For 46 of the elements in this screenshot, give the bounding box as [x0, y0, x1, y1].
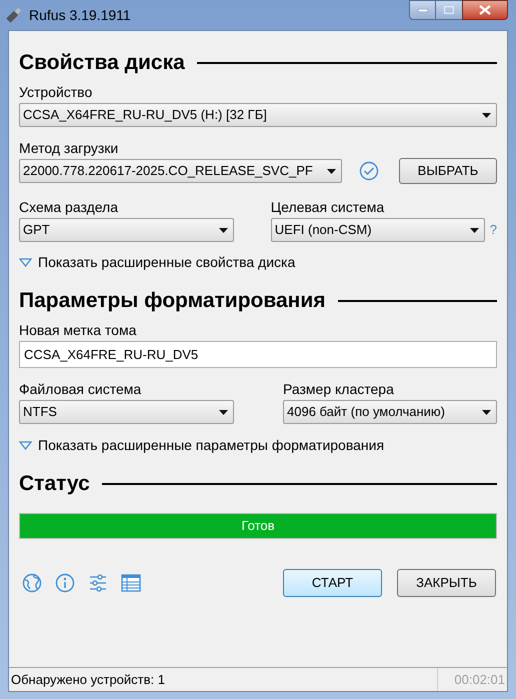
usb-drive-icon	[5, 6, 23, 24]
dropdown[interactable]: 22000.778.220617-2025.CO_RELEASE_SVC_PF	[19, 159, 342, 183]
dropdown-arrow-icon	[219, 228, 228, 232]
volume-label-field[interactable]: CCSA_X64FRE_RU-RU_DV5	[19, 341, 497, 368]
window-title: Rufus 3.19.1911	[29, 6, 131, 24]
triangle-icon	[19, 258, 32, 266]
section-heading: Свойства диска	[19, 50, 185, 76]
dropdown[interactable]: 4096 байт (по умолчанию)	[283, 400, 497, 424]
field-label: Размер кластера	[283, 380, 395, 398]
info-icon[interactable]	[55, 573, 75, 593]
close-button[interactable]	[462, 0, 508, 20]
minimize-button[interactable]	[409, 0, 436, 20]
maximize-icon	[444, 6, 454, 14]
globe-icon[interactable]	[22, 573, 42, 593]
dropdown-arrow-icon	[470, 228, 479, 232]
section-heading: Параметры форматирования	[19, 288, 326, 314]
dropdown-arrow-icon	[219, 410, 228, 414]
field-label: Метод загрузки	[19, 139, 120, 157]
select-button[interactable]: ВЫБРАТЬ	[399, 158, 497, 184]
progress-text: Готов	[240, 517, 276, 536]
elapsed-time: 00:02:01	[437, 668, 507, 691]
field-label: Схема раздела	[19, 198, 120, 216]
expand-toggle[interactable]: Показать расширенные параметры форматирования	[19, 435, 384, 455]
maximize-button[interactable]	[436, 0, 462, 20]
close-icon	[479, 5, 491, 15]
triangle-icon	[19, 440, 32, 450]
dropdown-arrow-icon	[327, 168, 336, 174]
dropdown[interactable]: CCSA_X64FRE_RU-RU_DV5 (H:) [32 ГБ]	[19, 103, 497, 127]
dropdown-arrow-icon	[482, 112, 491, 118]
log-table-icon[interactable]	[121, 574, 141, 592]
section-heading: Статус	[19, 471, 90, 498]
action-button[interactable]: ЗАКРЫТЬ	[397, 569, 496, 597]
dropdown[interactable]: UEFI (non-CSM)	[270, 218, 485, 242]
settings-icon[interactable]	[88, 573, 108, 593]
field-label: Файловая система	[19, 380, 142, 398]
field-label: Новая метка тома	[19, 321, 138, 339]
field-label: Устройство	[19, 83, 94, 101]
status-message: Обнаружено устройств: 1	[10, 670, 166, 689]
check-icon	[359, 161, 379, 181]
dropdown[interactable]: GPT	[19, 218, 234, 242]
minimize-icon	[418, 8, 428, 12]
start-button[interactable]: СТАРТ	[283, 569, 382, 597]
field-label: Целевая система	[270, 198, 386, 216]
dropdown-arrow-icon	[482, 410, 491, 414]
expand-toggle[interactable]: Показать расширенные свойства диска	[19, 252, 296, 272]
dropdown[interactable]: NTFS	[19, 400, 234, 424]
